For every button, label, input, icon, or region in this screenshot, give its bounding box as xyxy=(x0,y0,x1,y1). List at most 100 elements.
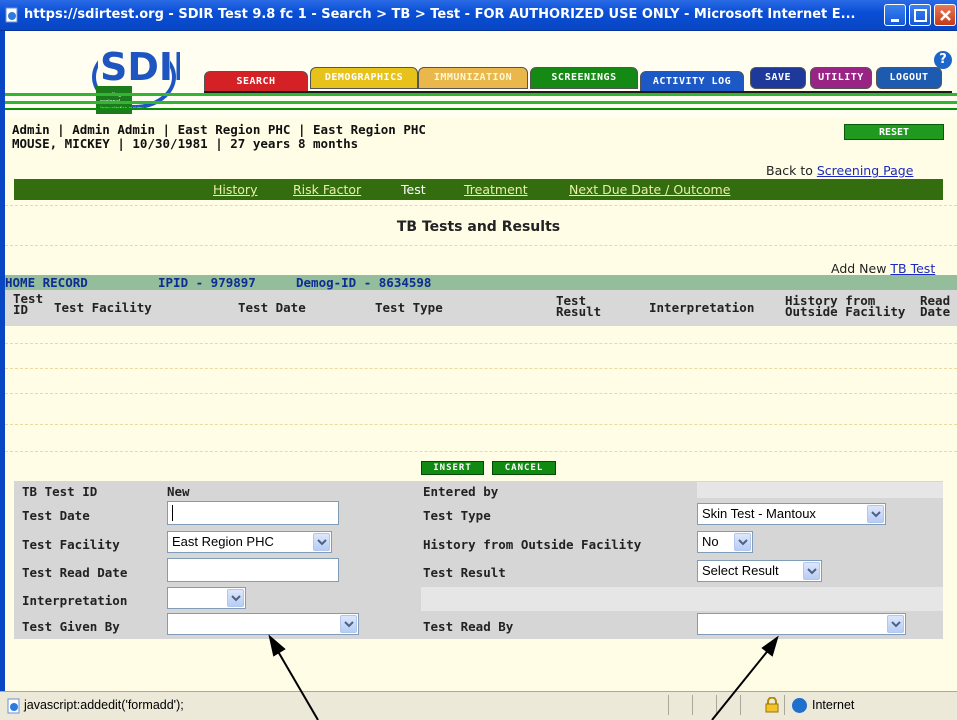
window-title-bar: https://sdirtest.org - SDIR Test 9.8 fc … xyxy=(0,0,957,31)
tb-test-form: TB Test ID New Entered by Test Date Test… xyxy=(14,481,943,639)
test-facility-value: East Region PHC xyxy=(172,534,274,549)
demog-id-label: Demog-ID - 8634598 xyxy=(296,275,432,290)
test-type-label: Test Type xyxy=(423,508,491,523)
col-test-type: Test Type xyxy=(375,300,443,315)
test-facility-label: Test Facility xyxy=(22,537,120,552)
test-given-by-select[interactable] xyxy=(167,613,359,635)
col-history-outside: History from Outside Facility xyxy=(785,293,906,319)
user-session-line: Admin | Admin Admin | East Region PHC | … xyxy=(12,122,426,137)
insert-button[interactable]: INSERT xyxy=(421,461,484,475)
chevron-down-icon[interactable] xyxy=(340,615,357,633)
banner-stripe xyxy=(5,101,957,104)
logout-button[interactable]: LOGOUT xyxy=(876,67,942,89)
status-bar: javascript:addedit('formadd'); Internet xyxy=(0,691,957,720)
ipid-label: IPID - 979897 xyxy=(158,275,256,290)
divider xyxy=(5,205,957,206)
utility-button[interactable]: UTILITY xyxy=(810,67,872,89)
user-info: Admin | Admin Admin | East Region PHC | … xyxy=(12,123,772,151)
reset-button[interactable]: RESET xyxy=(844,124,944,140)
close-icon xyxy=(940,10,951,21)
lock-icon xyxy=(765,697,779,713)
test-facility-select[interactable]: East Region PHC xyxy=(167,531,332,553)
maximize-button[interactable] xyxy=(909,4,931,26)
chevron-down-icon[interactable] xyxy=(227,589,244,607)
chevron-down-icon[interactable] xyxy=(734,533,751,551)
test-result-label: Test Result xyxy=(423,565,506,580)
page-title: TB Tests and Results xyxy=(396,219,561,235)
tab-screenings[interactable]: SCREENINGS xyxy=(530,67,638,89)
col-read-date: Read Date xyxy=(920,293,951,319)
tb-test-id-value: New xyxy=(167,484,190,499)
subnav-treatment[interactable]: Treatment xyxy=(464,182,528,197)
ie-page-icon xyxy=(7,698,20,714)
ie-page-icon xyxy=(5,7,18,23)
back-prefix: Back to xyxy=(766,163,817,178)
svg-text:SDIR: SDIR xyxy=(100,45,180,89)
divider xyxy=(5,393,957,394)
chevron-down-icon[interactable] xyxy=(803,562,820,580)
test-read-date-label: Test Read Date xyxy=(22,565,128,580)
subnav-test: Test xyxy=(401,182,426,197)
interpretation-select[interactable] xyxy=(167,587,246,609)
close-window-button[interactable] xyxy=(934,4,956,26)
test-type-select[interactable]: Skin Test - Mantoux xyxy=(697,503,886,525)
add-tb-test-link[interactable]: TB Test xyxy=(890,261,935,276)
history-outside-value: No xyxy=(702,534,719,549)
divider xyxy=(5,424,957,425)
subnav-risk-factor[interactable]: Risk Factor xyxy=(293,182,361,197)
col-test-id: Test ID xyxy=(13,291,44,317)
tab-demographics[interactable]: DEMOGRAPHICS xyxy=(310,67,418,89)
status-separator xyxy=(668,695,669,715)
sdir-logo: SDIR san diego regional immunization reg… xyxy=(92,42,180,114)
chevron-down-icon[interactable] xyxy=(313,533,330,551)
subnav-history[interactable]: History xyxy=(213,182,257,197)
chevron-down-icon[interactable] xyxy=(887,615,904,633)
window-left-border xyxy=(0,31,5,691)
test-read-by-select[interactable] xyxy=(697,613,906,635)
test-result-select[interactable]: Select Result xyxy=(697,560,822,582)
tab-immunization[interactable]: IMMUNIZATION xyxy=(418,67,528,89)
col-test-date: Test Date xyxy=(238,300,306,315)
text-caret xyxy=(172,505,173,521)
security-zone: Internet xyxy=(812,698,855,712)
home-record-label: HOME RECORD xyxy=(5,275,88,290)
add-new-prefix: Add New xyxy=(831,261,891,276)
status-separator xyxy=(740,695,741,715)
tb-subnav: History Risk Factor Test Treatment Next … xyxy=(14,179,943,200)
col-interpretation: Interpretation xyxy=(649,300,755,315)
interpretation-label: Interpretation xyxy=(22,593,128,608)
cancel-button[interactable]: CANCEL xyxy=(492,461,556,475)
screening-page-link[interactable]: Screening Page xyxy=(817,163,914,178)
entered-by-label: Entered by xyxy=(423,484,499,499)
record-bar: HOME RECORD IPID - 979897 Demog-ID - 863… xyxy=(5,275,957,290)
status-separator xyxy=(692,695,693,715)
divider xyxy=(5,245,957,246)
empty-cell xyxy=(421,587,943,611)
history-outside-select[interactable]: No xyxy=(697,531,753,553)
test-read-date-input[interactable] xyxy=(167,558,339,582)
test-type-value: Skin Test - Mantoux xyxy=(702,506,816,521)
test-result-value: Select Result xyxy=(702,563,779,578)
save-button[interactable]: SAVE xyxy=(750,67,806,89)
test-date-label: Test Date xyxy=(22,508,90,523)
tab-underline xyxy=(204,91,952,93)
status-separator xyxy=(716,695,717,715)
divider xyxy=(5,343,957,344)
minimize-icon xyxy=(891,19,899,22)
banner-stripe xyxy=(5,108,957,110)
tab-search[interactable]: SEARCH xyxy=(204,71,308,93)
test-given-by-label: Test Given By xyxy=(22,619,120,634)
minimize-button[interactable] xyxy=(884,4,906,26)
test-date-input[interactable] xyxy=(167,501,339,525)
col-test-facility: Test Facility xyxy=(54,300,152,315)
tb-test-id-label: TB Test ID xyxy=(22,484,98,499)
subnav-next-due[interactable]: Next Due Date / Outcome xyxy=(569,182,730,197)
entered-by-cell xyxy=(697,482,943,498)
results-table-header: Test ID Test Facility Test Date Test Typ… xyxy=(5,290,957,326)
status-text: javascript:addedit('formadd'); xyxy=(24,698,184,712)
maximize-icon xyxy=(914,9,927,22)
tab-activity-log[interactable]: ACTIVITY LOG xyxy=(640,71,744,93)
chevron-down-icon[interactable] xyxy=(867,505,884,523)
divider xyxy=(5,451,957,452)
banner-stripe xyxy=(5,93,957,96)
